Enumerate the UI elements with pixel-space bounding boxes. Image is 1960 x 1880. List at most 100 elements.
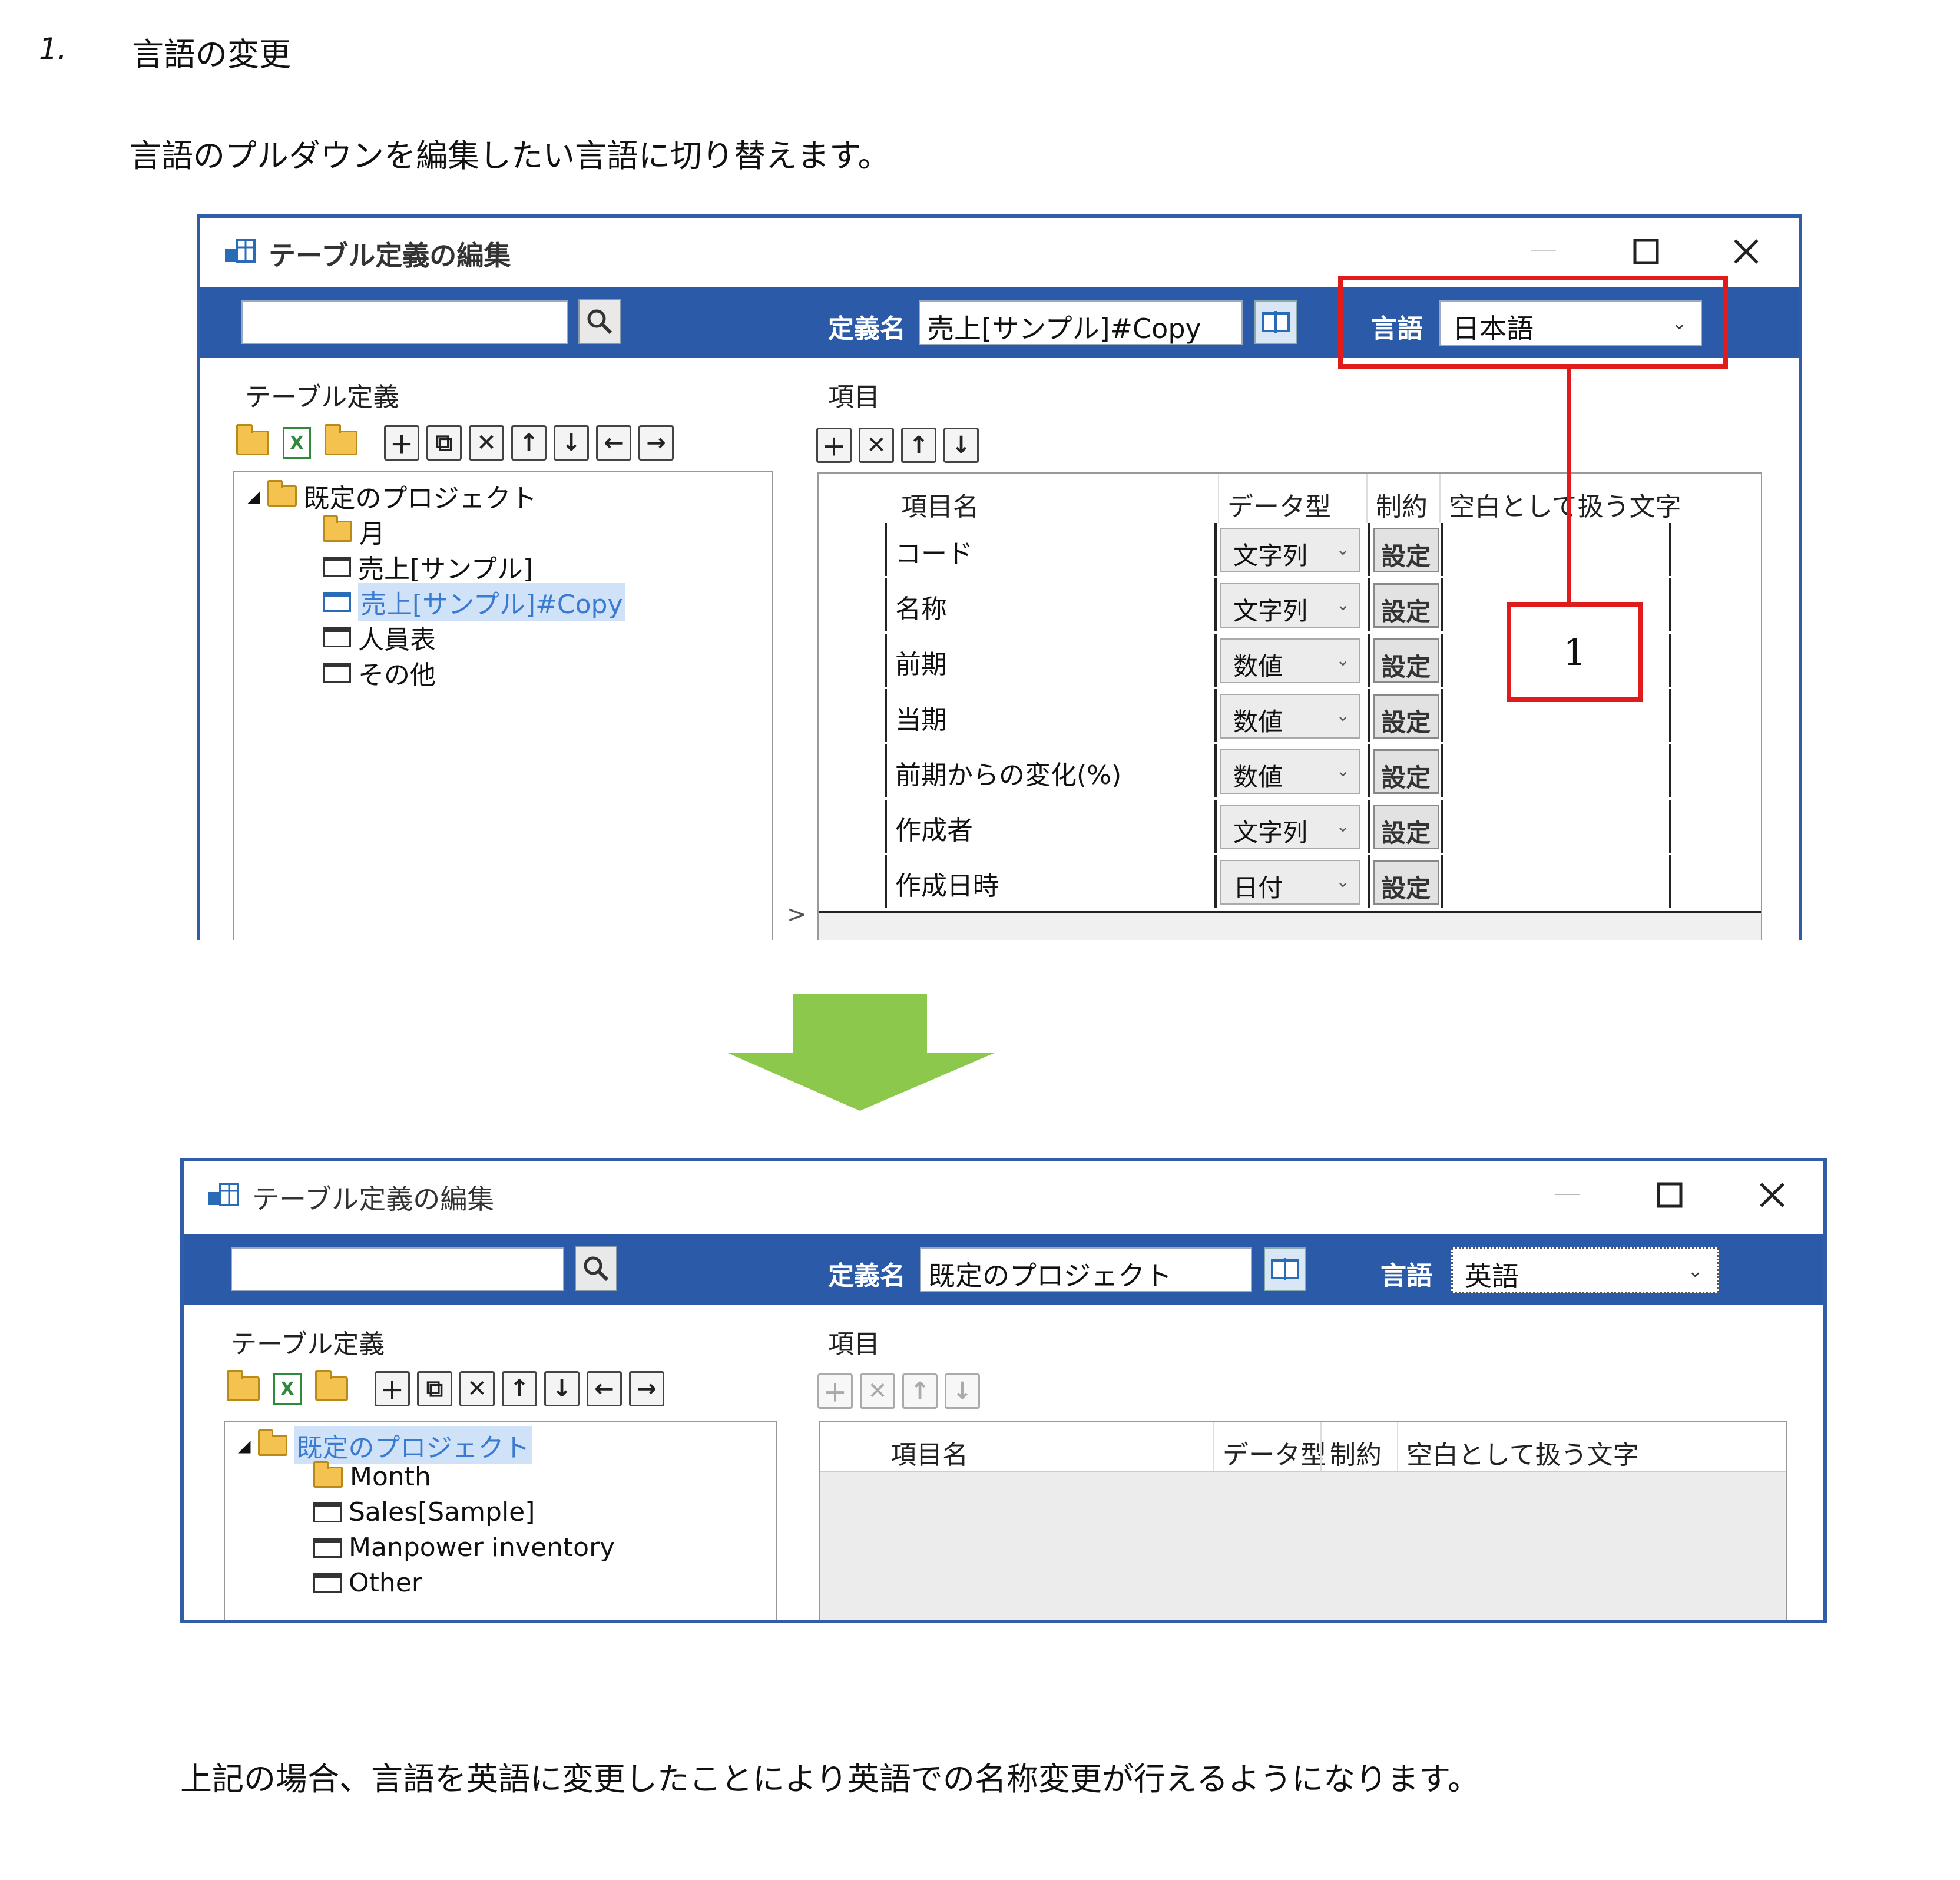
table-row[interactable]: 前期からの変化(%) 数値 ⌄ 設定 [819,744,1761,802]
constraint-set-button[interactable]: 設定 [1373,694,1439,739]
item-name-cell[interactable]: 作成日時 [895,865,999,902]
tree-node-sales-copy[interactable]: 売上[サンプル]#Copy [323,583,625,621]
open-folder-button[interactable] [322,424,360,461]
table-icon [313,1502,342,1522]
title-bar: テーブル定義の編集 ───── [184,1161,1823,1225]
column-header-name: 項目名 [890,1440,968,1470]
item-name-cell[interactable]: 作成者 [895,809,973,847]
delete-button[interactable]: ✕ [469,425,504,461]
move-right-button[interactable]: → [629,1371,664,1406]
tree-node-month[interactable]: Month [313,1461,431,1492]
tree-node-sales[interactable]: Sales[Sample] [313,1497,535,1527]
tree-node-month[interactable]: 月 [323,512,385,550]
delete-item-button[interactable]: ✕ [860,1373,895,1409]
data-type-select[interactable]: 文字列 ⌄ [1220,805,1360,849]
move-down-button[interactable]: ↓ [544,1371,580,1406]
maximize-button[interactable] [1625,231,1667,272]
column-header-constraint: 制約 [1376,492,1428,522]
move-left-button[interactable]: ← [587,1371,622,1406]
definition-name-input[interactable]: 売上[サンプル]#Copy [919,300,1243,345]
new-folder-button[interactable] [224,1370,263,1406]
table-app-icon [208,1183,239,1206]
tree-node-label: 売上[サンプル] [358,554,534,584]
move-right-button[interactable]: → [638,425,674,461]
data-type-select[interactable]: 数値 ⌄ [1220,749,1360,794]
minimize-button[interactable]: ───── [1547,1174,1588,1216]
close-button[interactable] [1726,231,1767,272]
chevron-down-icon: ⌄ [1336,816,1350,836]
data-type-select[interactable]: 日付 ⌄ [1220,860,1360,905]
search-button[interactable] [578,299,621,344]
minimize-button[interactable]: ───── [1523,231,1564,272]
data-type-value: 数値 [1233,763,1283,792]
new-folder-icon [236,424,269,455]
item-up-button[interactable]: ↑ [901,428,936,463]
rename-icon [1262,311,1290,333]
tree-node-label-selected: 既定のプロジェクト [294,1426,532,1464]
tree-node-root[interactable]: ◢ 既定のプロジェクト [238,1426,532,1464]
x-icon: ✕ [868,1378,888,1405]
constraint-set-button[interactable]: 設定 [1373,638,1439,683]
move-up-button[interactable]: ↑ [511,425,547,461]
search-input[interactable] [241,300,568,344]
copy-button[interactable]: ⧉ [417,1371,452,1406]
search-input[interactable] [231,1247,564,1291]
language-select[interactable]: 英語 ⌄ [1451,1247,1719,1293]
delete-item-button[interactable]: ✕ [859,428,894,463]
tree-node-manpower[interactable]: 人員表 [323,618,436,656]
tree-node-other[interactable]: Other [313,1568,422,1598]
arrow-up-icon: ↑ [519,429,539,456]
data-type-select[interactable]: 文字列 ⌄ [1220,583,1360,628]
item-name-cell[interactable]: 名称 [895,588,947,625]
tree-node-other[interactable]: その他 [323,654,436,691]
table-row[interactable]: 作成日時 日付 ⌄ 設定 [819,855,1761,913]
data-type-select[interactable]: 数値 ⌄ [1220,694,1360,739]
add-button[interactable]: ＋ [375,1371,410,1406]
tree-node-sales[interactable]: 売上[サンプル] [323,548,533,585]
add-item-button[interactable]: ＋ [816,428,852,463]
definition-name-input[interactable]: 既定のプロジェクト [920,1247,1252,1292]
table-icon [323,627,351,647]
move-up-button[interactable]: ↑ [502,1371,537,1406]
table-row[interactable]: コード 文字列 ⌄ 設定 [819,523,1761,581]
tree-node-root[interactable]: ◢ 既定のプロジェクト [247,477,537,515]
copy-button[interactable]: ⧉ [426,425,462,461]
table-row[interactable]: 作成者 文字列 ⌄ 設定 [819,800,1761,858]
constraint-set-button[interactable]: 設定 [1373,583,1439,628]
table-app-icon [225,239,256,263]
language-select-value: 英語 [1465,1260,1519,1292]
import-excel-button[interactable]: X [270,1371,305,1406]
maximize-icon [1657,1182,1683,1208]
maximize-button[interactable] [1649,1174,1690,1216]
constraint-set-button[interactable]: 設定 [1373,860,1439,905]
move-left-button[interactable]: ← [596,425,631,461]
item-name-cell[interactable]: コード [895,532,973,570]
rename-button[interactable] [1264,1247,1306,1291]
tree-node-label: Sales[Sample] [349,1497,535,1527]
search-button[interactable] [575,1246,617,1291]
open-folder-button[interactable] [312,1370,351,1406]
arrow-up-icon: ↑ [909,432,929,459]
item-name-cell[interactable]: 前期からの変化(%) [895,754,1121,792]
rename-button[interactable] [1254,300,1297,344]
close-button[interactable] [1752,1174,1793,1216]
add-item-button[interactable]: ＋ [817,1373,853,1409]
constraint-set-button[interactable]: 設定 [1373,749,1439,794]
collapse-icon: ◢ [247,486,260,506]
import-excel-button[interactable]: X [279,425,314,461]
data-type-select[interactable]: 文字列 ⌄ [1220,528,1360,572]
tree-node-manpower[interactable]: Manpower inventory [313,1533,615,1563]
item-name-cell[interactable]: 前期 [895,643,947,681]
move-down-button[interactable]: ↓ [554,425,589,461]
item-up-button[interactable]: ↑ [902,1373,938,1409]
new-folder-button[interactable] [233,424,272,461]
constraint-set-button[interactable]: 設定 [1373,528,1439,572]
splitter-handle[interactable]: > [787,901,807,928]
data-type-select[interactable]: 数値 ⌄ [1220,638,1360,683]
item-down-button[interactable]: ↓ [943,428,979,463]
item-name-cell[interactable]: 当期 [895,699,947,736]
item-down-button[interactable]: ↓ [945,1373,980,1409]
constraint-set-button[interactable]: 設定 [1373,805,1439,849]
delete-button[interactable]: ✕ [459,1371,495,1406]
add-button[interactable]: ＋ [384,425,419,461]
